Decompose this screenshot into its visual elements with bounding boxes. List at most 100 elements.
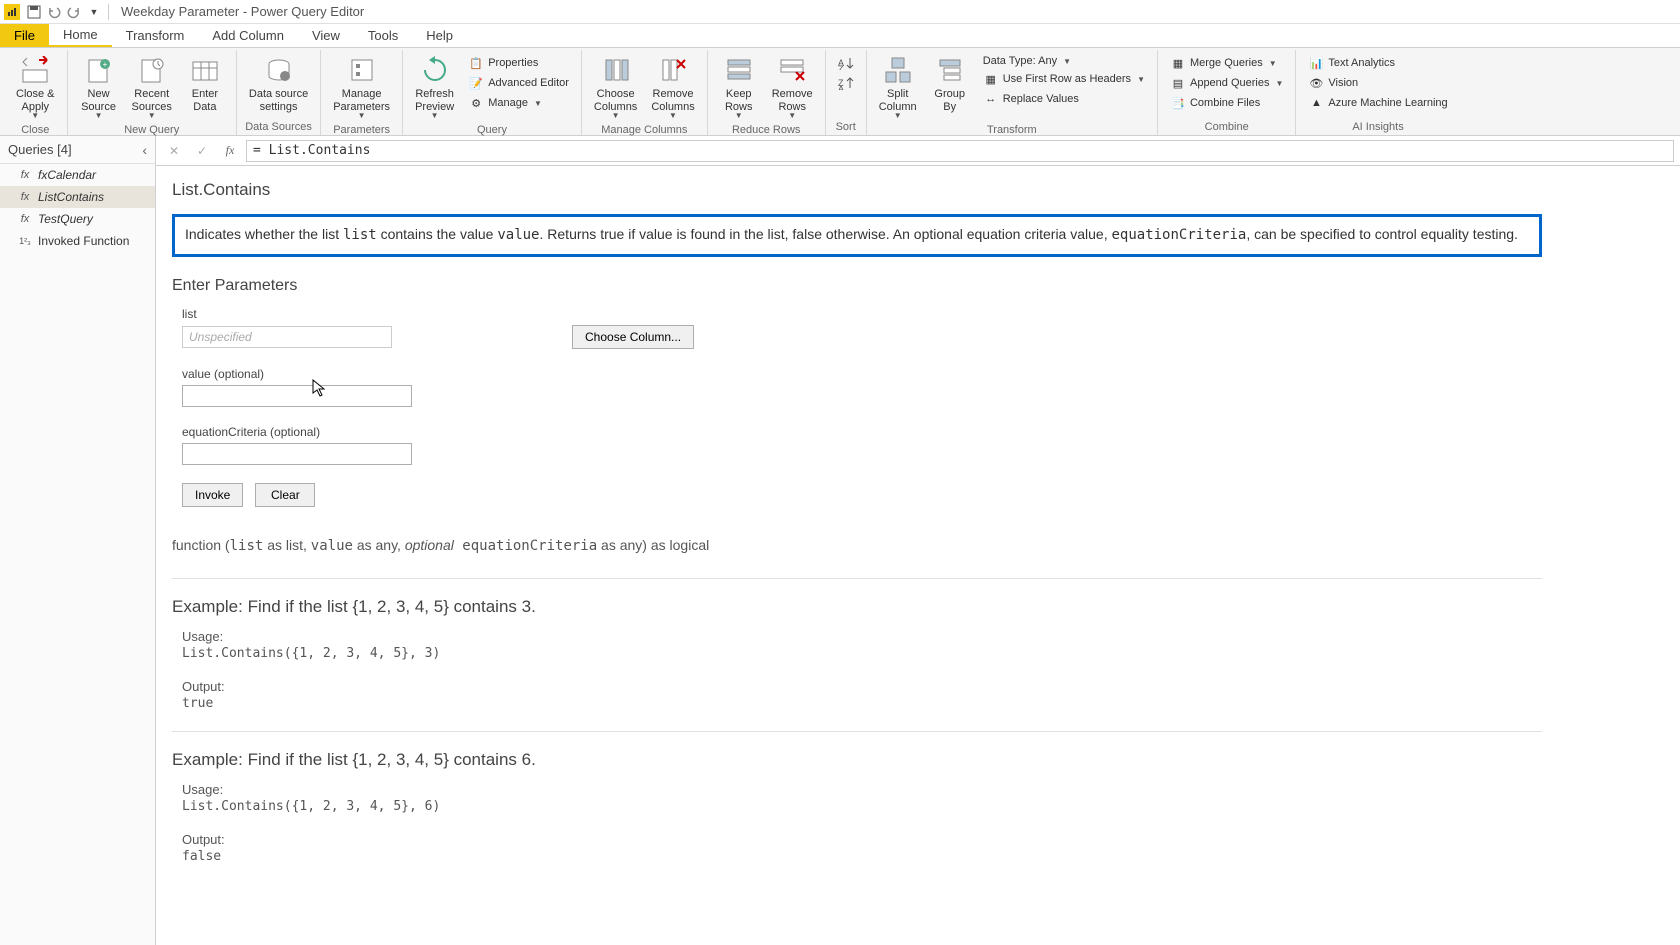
new-source-button[interactable]: + New Source ▼ xyxy=(76,52,122,122)
queries-pane: Queries [4] ‹ fx fxCalendar fx ListConta… xyxy=(0,136,156,945)
choose-column-button[interactable]: Choose Column... xyxy=(572,325,694,349)
chevron-down-icon: ▼ xyxy=(1137,75,1145,84)
formula-bar: ✕ ✓ fx xyxy=(156,136,1680,166)
tab-help[interactable]: Help xyxy=(412,24,467,47)
accept-formula-icon[interactable]: ✓ xyxy=(190,139,214,163)
app-icon xyxy=(4,4,20,20)
content: ✕ ✓ fx List.Contains Indicates whether t… xyxy=(156,136,1680,945)
chevron-down-icon: ▼ xyxy=(358,111,366,120)
advanced-editor-button[interactable]: 📝Advanced Editor xyxy=(464,74,573,92)
query-item-testquery[interactable]: fx TestQuery xyxy=(0,208,155,230)
choose-columns-icon xyxy=(600,54,632,86)
chevron-down-icon: ▼ xyxy=(894,111,902,120)
save-icon[interactable] xyxy=(24,2,44,22)
merge-icon: ▦ xyxy=(1170,55,1186,71)
text-analytics-icon: 📊 xyxy=(1308,55,1324,71)
queries-header: Queries [4] ‹ xyxy=(0,136,155,164)
chevron-down-icon: ▼ xyxy=(1275,79,1283,88)
tab-view[interactable]: View xyxy=(298,24,354,47)
first-row-headers-button[interactable]: ▦Use First Row as Headers▼ xyxy=(979,70,1149,88)
group-close: Close & Apply ▼ Close xyxy=(4,50,68,135)
function-signature: function (list as list, value as any, op… xyxy=(172,537,1664,554)
param-equation-criteria: equationCriteria (optional) xyxy=(182,425,1664,465)
example2-body: Usage: List.Contains({1, 2, 3, 4, 5}, 6)… xyxy=(182,782,1664,864)
undo-icon[interactable] xyxy=(44,2,64,22)
text-analytics-button[interactable]: 📊Text Analytics xyxy=(1304,54,1451,72)
query-item-listcontains[interactable]: fx ListContains xyxy=(0,186,155,208)
separator xyxy=(172,578,1542,579)
merge-queries-button[interactable]: ▦Merge Queries▼ xyxy=(1166,54,1287,72)
param-eq-label: equationCriteria (optional) xyxy=(182,425,1664,439)
vision-icon: 👁 xyxy=(1308,75,1324,91)
recent-sources-button[interactable]: Recent Sources ▼ xyxy=(128,52,176,122)
data-source-settings-button[interactable]: Data source settings xyxy=(245,52,312,115)
group-parameters: Manage Parameters ▼ Parameters xyxy=(321,50,403,135)
enter-data-icon xyxy=(189,54,221,86)
clear-button[interactable]: Clear xyxy=(255,483,315,507)
combine-files-button[interactable]: 📑Combine Files xyxy=(1166,94,1287,112)
param-eq-input[interactable] xyxy=(182,443,412,465)
ribbon-tabs: File Home Transform Add Column View Tool… xyxy=(0,24,1680,48)
tab-tools[interactable]: Tools xyxy=(354,24,412,47)
vision-button[interactable]: 👁Vision xyxy=(1304,74,1451,92)
tab-home[interactable]: Home xyxy=(49,24,112,47)
chevron-down-icon: ▼ xyxy=(148,111,156,120)
manage-parameters-button[interactable]: Manage Parameters ▼ xyxy=(329,52,394,122)
group-manage-columns: Choose Columns ▼ Remove Columns ▼ Manage… xyxy=(582,50,708,135)
param-value-input[interactable] xyxy=(182,385,412,407)
function-title: List.Contains xyxy=(172,180,1664,200)
append-queries-button[interactable]: ▤Append Queries▼ xyxy=(1166,74,1287,92)
invoke-button[interactable]: Invoke xyxy=(182,483,243,507)
group-ai-insights: 📊Text Analytics 👁Vision ▲Azure Machine L… xyxy=(1296,50,1459,135)
replace-values-button[interactable]: ↔Replace Values xyxy=(979,90,1149,108)
append-icon: ▤ xyxy=(1170,75,1186,91)
choose-columns-button[interactable]: Choose Columns ▼ xyxy=(590,52,641,122)
refresh-preview-button[interactable]: Refresh Preview ▼ xyxy=(411,52,458,122)
replace-icon: ↔ xyxy=(983,91,999,107)
properties-button[interactable]: 📋Properties xyxy=(464,54,573,72)
button-row: Invoke Clear xyxy=(182,483,1664,507)
query-item-invoked-function[interactable]: 1²₃ Invoked Function xyxy=(0,230,155,252)
query-item-fxcalendar[interactable]: fx fxCalendar xyxy=(0,164,155,186)
group-combine: ▦Merge Queries▼ ▤Append Queries▼ 📑Combin… xyxy=(1158,50,1296,135)
manage-icon: ⚙ xyxy=(468,95,484,111)
chevron-down-icon: ▼ xyxy=(612,111,620,120)
enter-data-button[interactable]: Enter Data xyxy=(182,52,228,115)
example1-heading: Example: Find if the list {1, 2, 3, 4, 5… xyxy=(172,597,1664,617)
sort-desc-button[interactable]: ZA xyxy=(834,74,858,92)
window-title: Weekday Parameter - Power Query Editor xyxy=(121,4,364,19)
cancel-formula-icon[interactable]: ✕ xyxy=(162,139,186,163)
collapse-pane-icon[interactable]: ‹ xyxy=(142,142,147,158)
azure-ml-icon: ▲ xyxy=(1308,95,1324,111)
fx-button[interactable]: fx xyxy=(218,139,242,163)
keep-rows-button[interactable]: Keep Rows ▼ xyxy=(716,52,762,122)
data-type-button[interactable]: Data Type: Any▼ xyxy=(979,54,1149,68)
example2-heading: Example: Find if the list {1, 2, 3, 4, 5… xyxy=(172,750,1664,770)
refresh-icon xyxy=(419,54,451,86)
manage-parameters-icon xyxy=(346,54,378,86)
fx-icon: fx xyxy=(18,190,32,204)
tab-file[interactable]: File xyxy=(0,24,49,47)
remove-rows-button[interactable]: Remove Rows ▼ xyxy=(768,52,817,122)
param-value: value (optional) xyxy=(182,367,1664,407)
queries-title: Queries [4] xyxy=(8,142,72,157)
formula-input[interactable] xyxy=(246,140,1674,162)
manage-button[interactable]: ⚙Manage▼ xyxy=(464,94,573,112)
param-list-value: Unspecified xyxy=(182,326,392,348)
keep-rows-icon xyxy=(723,54,755,86)
qat-dropdown-icon[interactable]: ▼ xyxy=(84,2,104,22)
group-by-button[interactable]: Group By xyxy=(927,52,973,115)
close-apply-button[interactable]: Close & Apply ▼ xyxy=(12,52,59,122)
tab-transform[interactable]: Transform xyxy=(112,24,199,47)
sort-asc-button[interactable]: AZ xyxy=(834,54,858,72)
group-reduce-rows: Keep Rows ▼ Remove Rows ▼ Reduce Rows xyxy=(708,50,826,135)
recent-sources-icon xyxy=(136,54,168,86)
tab-addcolumn[interactable]: Add Column xyxy=(198,24,298,47)
split-column-button[interactable]: Split Column ▼ xyxy=(875,52,921,122)
redo-icon[interactable] xyxy=(64,2,84,22)
remove-columns-button[interactable]: Remove Columns ▼ xyxy=(647,52,698,122)
chevron-down-icon: ▼ xyxy=(431,111,439,120)
close-apply-icon xyxy=(19,54,51,86)
azure-ml-button[interactable]: ▲Azure Machine Learning xyxy=(1304,94,1451,112)
advanced-editor-icon: 📝 xyxy=(468,75,484,91)
